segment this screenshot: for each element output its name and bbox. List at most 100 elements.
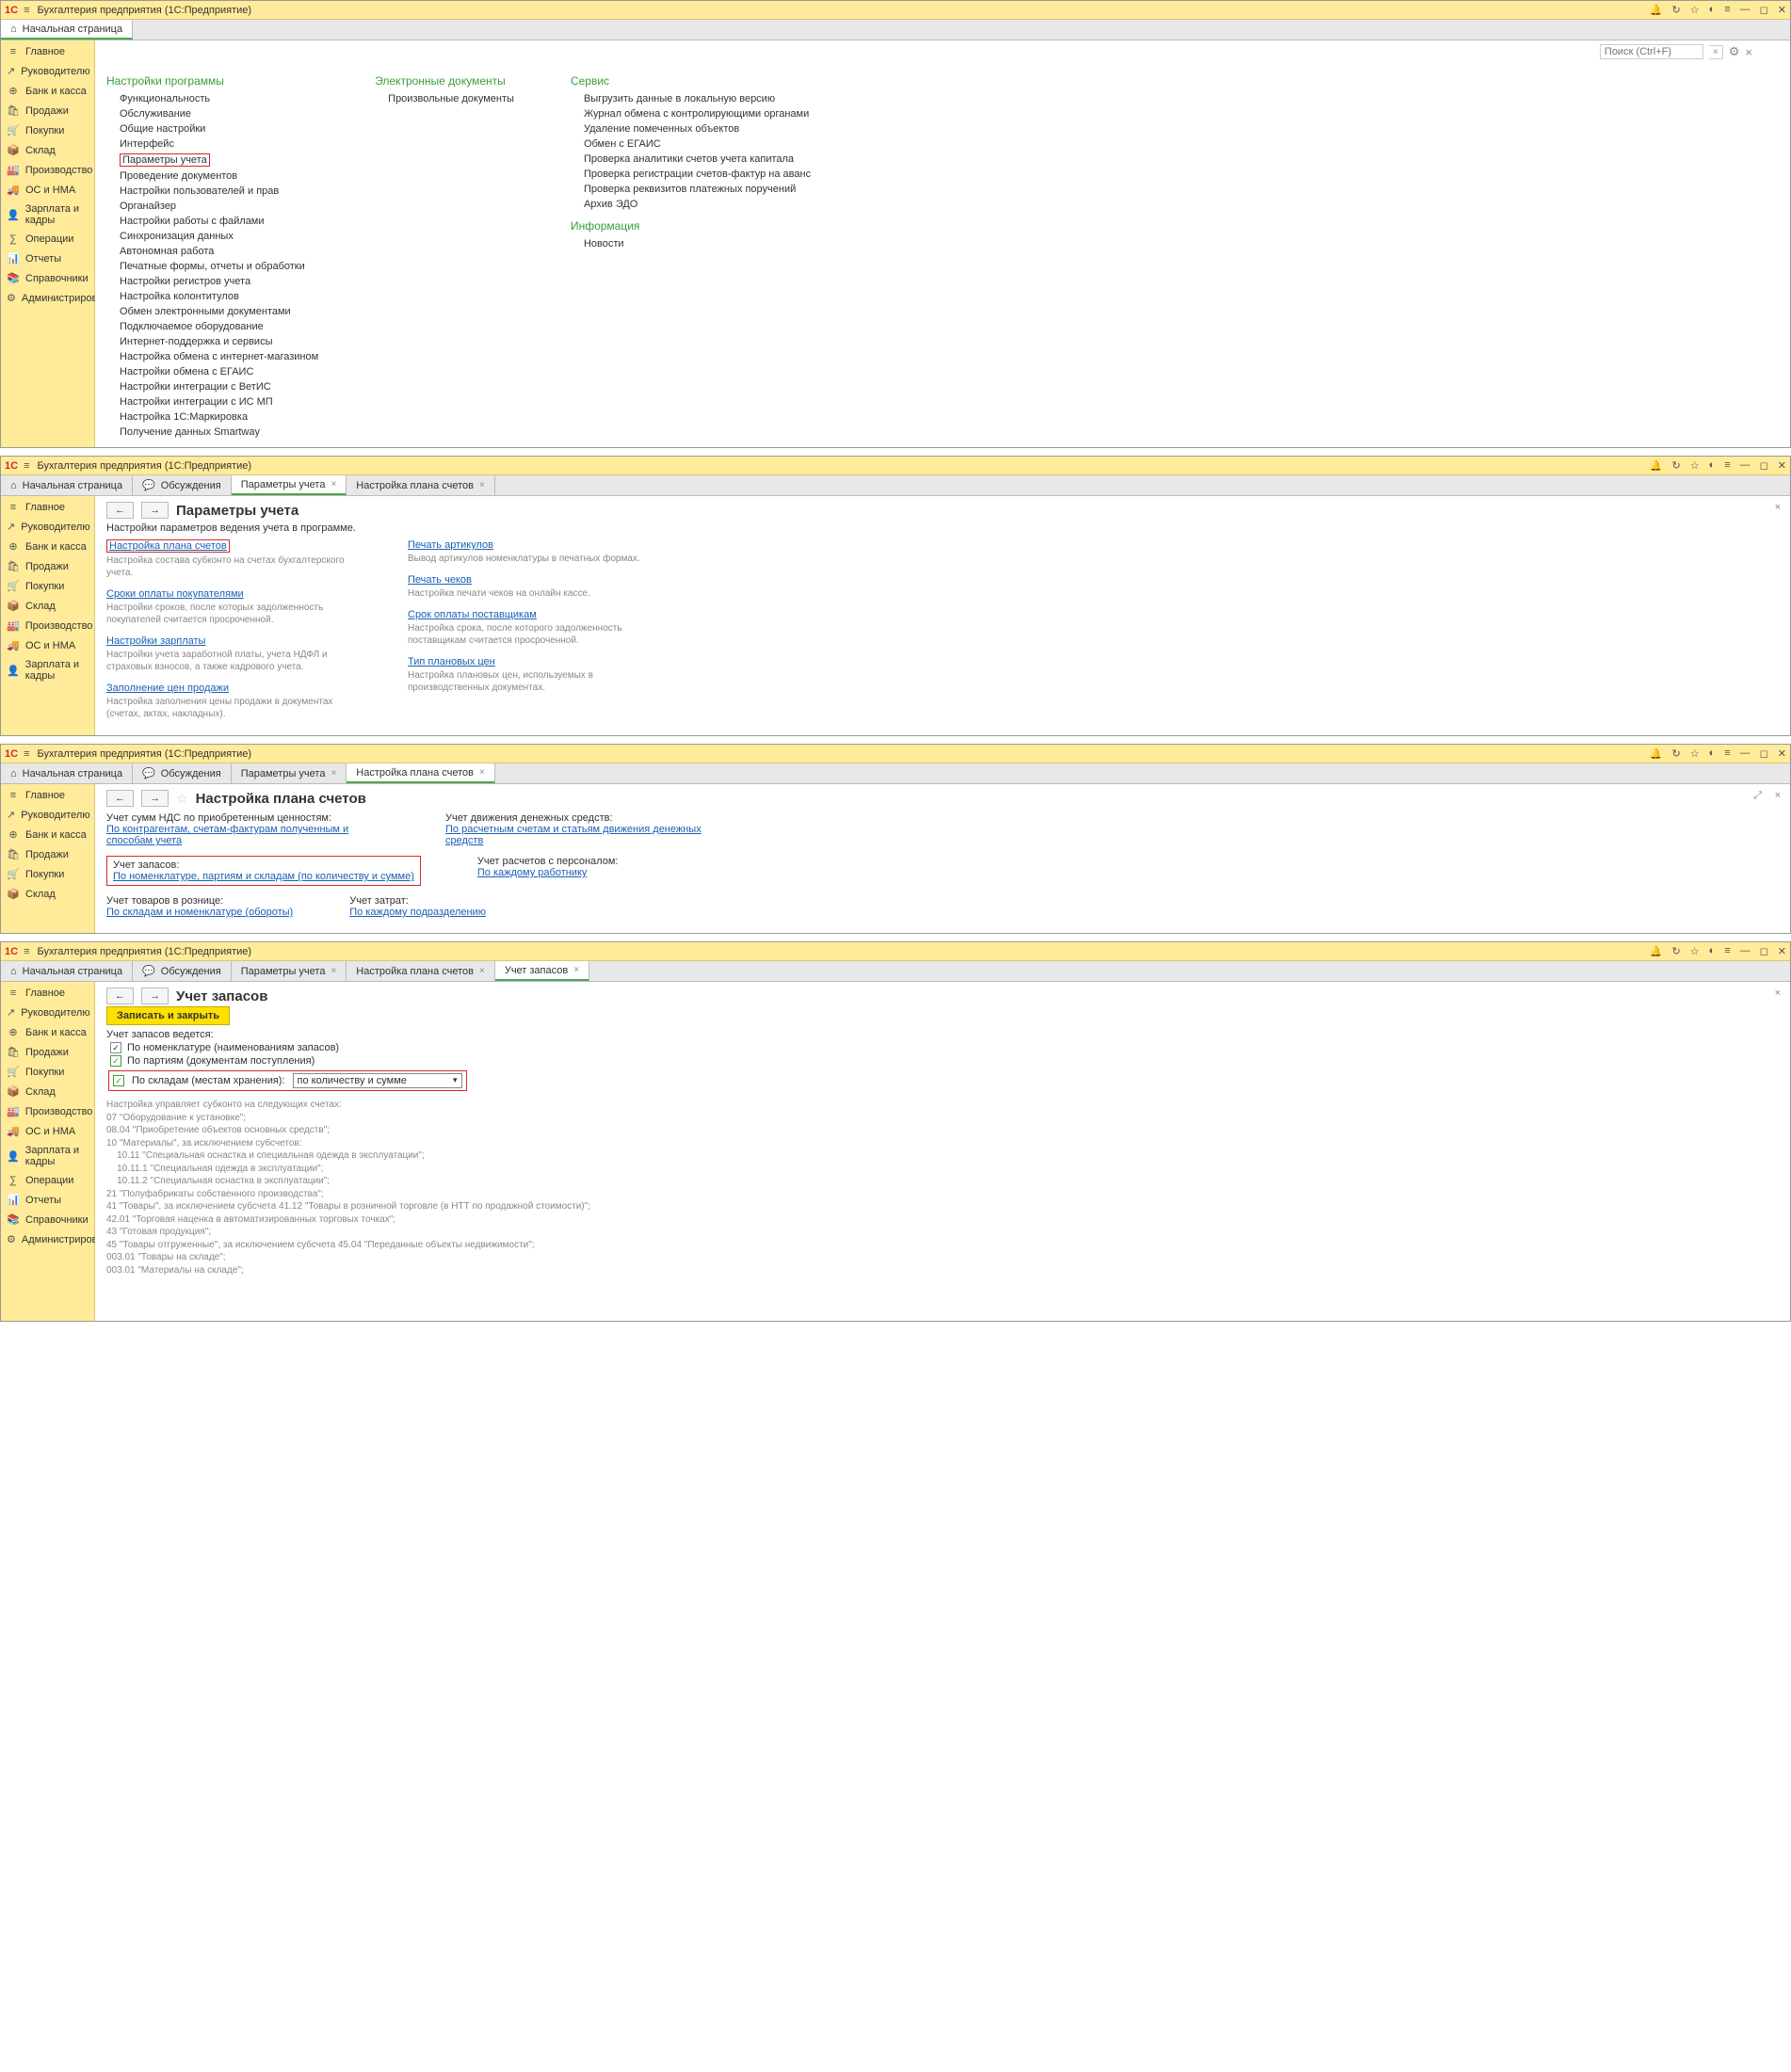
menu-link[interactable]: Интерфейс bbox=[120, 138, 318, 150]
close-icon[interactable]: × bbox=[331, 479, 336, 490]
tab-stock[interactable]: Учет запасов× bbox=[495, 961, 589, 981]
sidebar-item[interactable]: ⊕Банк и касса bbox=[1, 825, 94, 844]
sidebar-item[interactable]: ↗Руководителю bbox=[1, 61, 94, 81]
tab-discussions[interactable]: 💬Обсуждения bbox=[133, 475, 232, 495]
sidebar-item[interactable]: ⚙Администрирование bbox=[1, 1229, 94, 1249]
window-control-icon[interactable]: ✕ bbox=[1778, 747, 1786, 760]
window-control-icon[interactable]: 🔔 bbox=[1650, 459, 1663, 472]
menu-link[interactable]: Общие настройки bbox=[120, 123, 318, 135]
window-control-icon[interactable]: ↻ bbox=[1671, 459, 1680, 472]
sidebar-item[interactable]: 🛍Продажи bbox=[1, 844, 94, 864]
window-control-icon[interactable]: 🔔 bbox=[1650, 747, 1663, 760]
window-control-icon[interactable]: ✕ bbox=[1778, 459, 1786, 472]
sidebar-item[interactable]: 👤Зарплата и кадры bbox=[1, 200, 94, 230]
sidebar-item[interactable]: 🛒Покупки bbox=[1, 576, 94, 596]
checkbox-icon[interactable]: ✓ bbox=[110, 1055, 121, 1067]
menu-link[interactable]: Удаление помеченных объектов bbox=[584, 123, 811, 135]
sidebar-item[interactable]: 🚚ОС и НМА bbox=[1, 180, 94, 200]
tab-params[interactable]: Параметры учета× bbox=[232, 475, 347, 495]
sidebar-item[interactable]: 🏭Производство bbox=[1, 160, 94, 180]
menu-link[interactable]: Настройки пользователей и прав bbox=[120, 185, 318, 197]
settings-link[interactable]: Печать артикулов bbox=[408, 539, 493, 551]
sidebar-item[interactable]: 🛒Покупки bbox=[1, 1062, 94, 1082]
settings-link[interactable]: Сроки оплаты покупателями bbox=[106, 588, 244, 600]
sidebar-item[interactable]: ⚙Администрирование bbox=[1, 288, 94, 308]
window-control-icon[interactable]: ☆ bbox=[1690, 945, 1700, 957]
sidebar-item[interactable]: ↗Руководителю bbox=[1, 805, 94, 825]
close-icon[interactable]: × bbox=[1775, 988, 1781, 999]
window-control-icon[interactable]: ≡ bbox=[1724, 459, 1730, 472]
plan-link[interactable]: По каждому подразделению bbox=[349, 907, 486, 918]
settings-link[interactable]: Печать чеков bbox=[408, 574, 472, 586]
settings-link[interactable]: Заполнение цен продажи bbox=[106, 683, 229, 694]
settings-link[interactable]: Настройка плана счетов bbox=[109, 540, 227, 552]
window-control-icon[interactable]: ≡ bbox=[1724, 945, 1730, 957]
menu-link[interactable]: Настройка 1С:Маркировка bbox=[120, 411, 318, 423]
menu-link[interactable]: Проверка реквизитов платежных поручений bbox=[584, 184, 811, 195]
sidebar-item[interactable]: 🏭Производство bbox=[1, 1101, 94, 1121]
tab-params[interactable]: Параметры учета× bbox=[232, 763, 347, 783]
plan-link[interactable]: По номенклатуре, партиям и складам (по к… bbox=[113, 871, 414, 882]
sidebar-item[interactable]: 🛒Покупки bbox=[1, 120, 94, 140]
window-control-icon[interactable]: ↻ bbox=[1671, 4, 1680, 16]
sidebar-item[interactable]: 📚Справочники bbox=[1, 268, 94, 288]
forward-button[interactable]: → bbox=[141, 988, 169, 1004]
window-control-icon[interactable]: ✕ bbox=[1778, 4, 1786, 16]
close-icon[interactable]: × bbox=[479, 966, 485, 976]
menu-link[interactable]: Новости bbox=[584, 238, 811, 249]
window-control-icon[interactable]: — bbox=[1740, 459, 1751, 472]
forward-button[interactable]: → bbox=[141, 790, 169, 807]
menu-icon[interactable]: ≡ bbox=[24, 946, 29, 957]
settings-link[interactable]: Срок оплаты поставщикам bbox=[408, 609, 537, 620]
menu-link[interactable]: Настройки обмена с ЕГАИС bbox=[120, 366, 318, 377]
window-control-icon[interactable]: ☆ bbox=[1690, 459, 1700, 472]
close-icon[interactable]: × bbox=[1745, 45, 1752, 59]
sidebar-item[interactable]: ≡Главное bbox=[1, 786, 94, 805]
close-icon[interactable]: × bbox=[573, 965, 579, 975]
menu-link[interactable]: Получение данных Smartway bbox=[120, 426, 318, 438]
window-control-icon[interactable]: ≡ bbox=[1724, 4, 1730, 16]
menu-link[interactable]: Настройки работы с файлами bbox=[120, 216, 318, 227]
window-control-icon[interactable]: 🔔 bbox=[1650, 4, 1663, 16]
plan-link[interactable]: По каждому работнику bbox=[477, 867, 588, 878]
sidebar-item[interactable]: 👤Зарплата и кадры bbox=[1, 655, 94, 685]
sidebar-item[interactable]: 🚚ОС и НМА bbox=[1, 635, 94, 655]
tab-home[interactable]: ⌂Начальная страница bbox=[1, 763, 133, 783]
tab-plan[interactable]: Настройка плана счетов× bbox=[347, 475, 495, 495]
back-button[interactable]: ← bbox=[106, 502, 134, 519]
menu-link[interactable]: Проверка регистрации счетов-фактур на ав… bbox=[584, 169, 811, 180]
sidebar-item[interactable]: 🚚ОС и НМА bbox=[1, 1121, 94, 1141]
tab-home[interactable]: ⌂Начальная страница bbox=[1, 20, 133, 40]
checkbox-icon[interactable]: ✓ bbox=[113, 1075, 124, 1086]
sidebar-item[interactable]: ⊕Банк и касса bbox=[1, 81, 94, 101]
sidebar-item[interactable]: ⊕Банк и касса bbox=[1, 1022, 94, 1042]
sidebar-item[interactable]: 📦Склад bbox=[1, 884, 94, 904]
window-control-icon[interactable]: ◐ bbox=[1709, 459, 1716, 472]
tab-plan[interactable]: Настройка плана счетов× bbox=[347, 961, 495, 981]
window-control-icon[interactable]: ◻ bbox=[1760, 4, 1768, 16]
menu-icon[interactable]: ≡ bbox=[24, 5, 29, 16]
window-control-icon[interactable]: — bbox=[1740, 945, 1751, 957]
window-control-icon[interactable]: ✕ bbox=[1778, 945, 1786, 957]
close-icon[interactable]: × bbox=[479, 767, 485, 778]
menu-link[interactable]: Обмен с ЕГАИС bbox=[584, 138, 811, 150]
sidebar-item[interactable]: ≡Главное bbox=[1, 498, 94, 517]
menu-icon[interactable]: ≡ bbox=[24, 748, 29, 760]
close-icon[interactable]: × bbox=[331, 768, 336, 779]
sidebar-item[interactable]: ∑Операции bbox=[1, 1171, 94, 1190]
sidebar-item[interactable]: ↗Руководителю bbox=[1, 517, 94, 537]
menu-link[interactable]: Параметры учета bbox=[120, 153, 318, 167]
sidebar-item[interactable]: 📊Отчеты bbox=[1, 249, 94, 268]
checkbox-batches[interactable]: ✓ По партиям (документам поступления) bbox=[110, 1055, 1779, 1067]
window-control-icon[interactable]: 🔔 bbox=[1650, 945, 1663, 957]
window-control-icon[interactable]: ◻ bbox=[1760, 459, 1768, 472]
sidebar-item[interactable]: 📦Склад bbox=[1, 1082, 94, 1101]
back-button[interactable]: ← bbox=[106, 988, 134, 1004]
sidebar-item[interactable]: ≡Главное bbox=[1, 42, 94, 61]
menu-link[interactable]: Произвольные документы bbox=[388, 93, 514, 104]
window-control-icon[interactable]: ≡ bbox=[1724, 747, 1730, 760]
close-icon[interactable]: × bbox=[1775, 502, 1781, 513]
menu-link[interactable]: Обслуживание bbox=[120, 108, 318, 120]
tab-plan[interactable]: Настройка плана счетов× bbox=[347, 763, 495, 783]
window-control-icon[interactable]: ☆ bbox=[1690, 747, 1700, 760]
